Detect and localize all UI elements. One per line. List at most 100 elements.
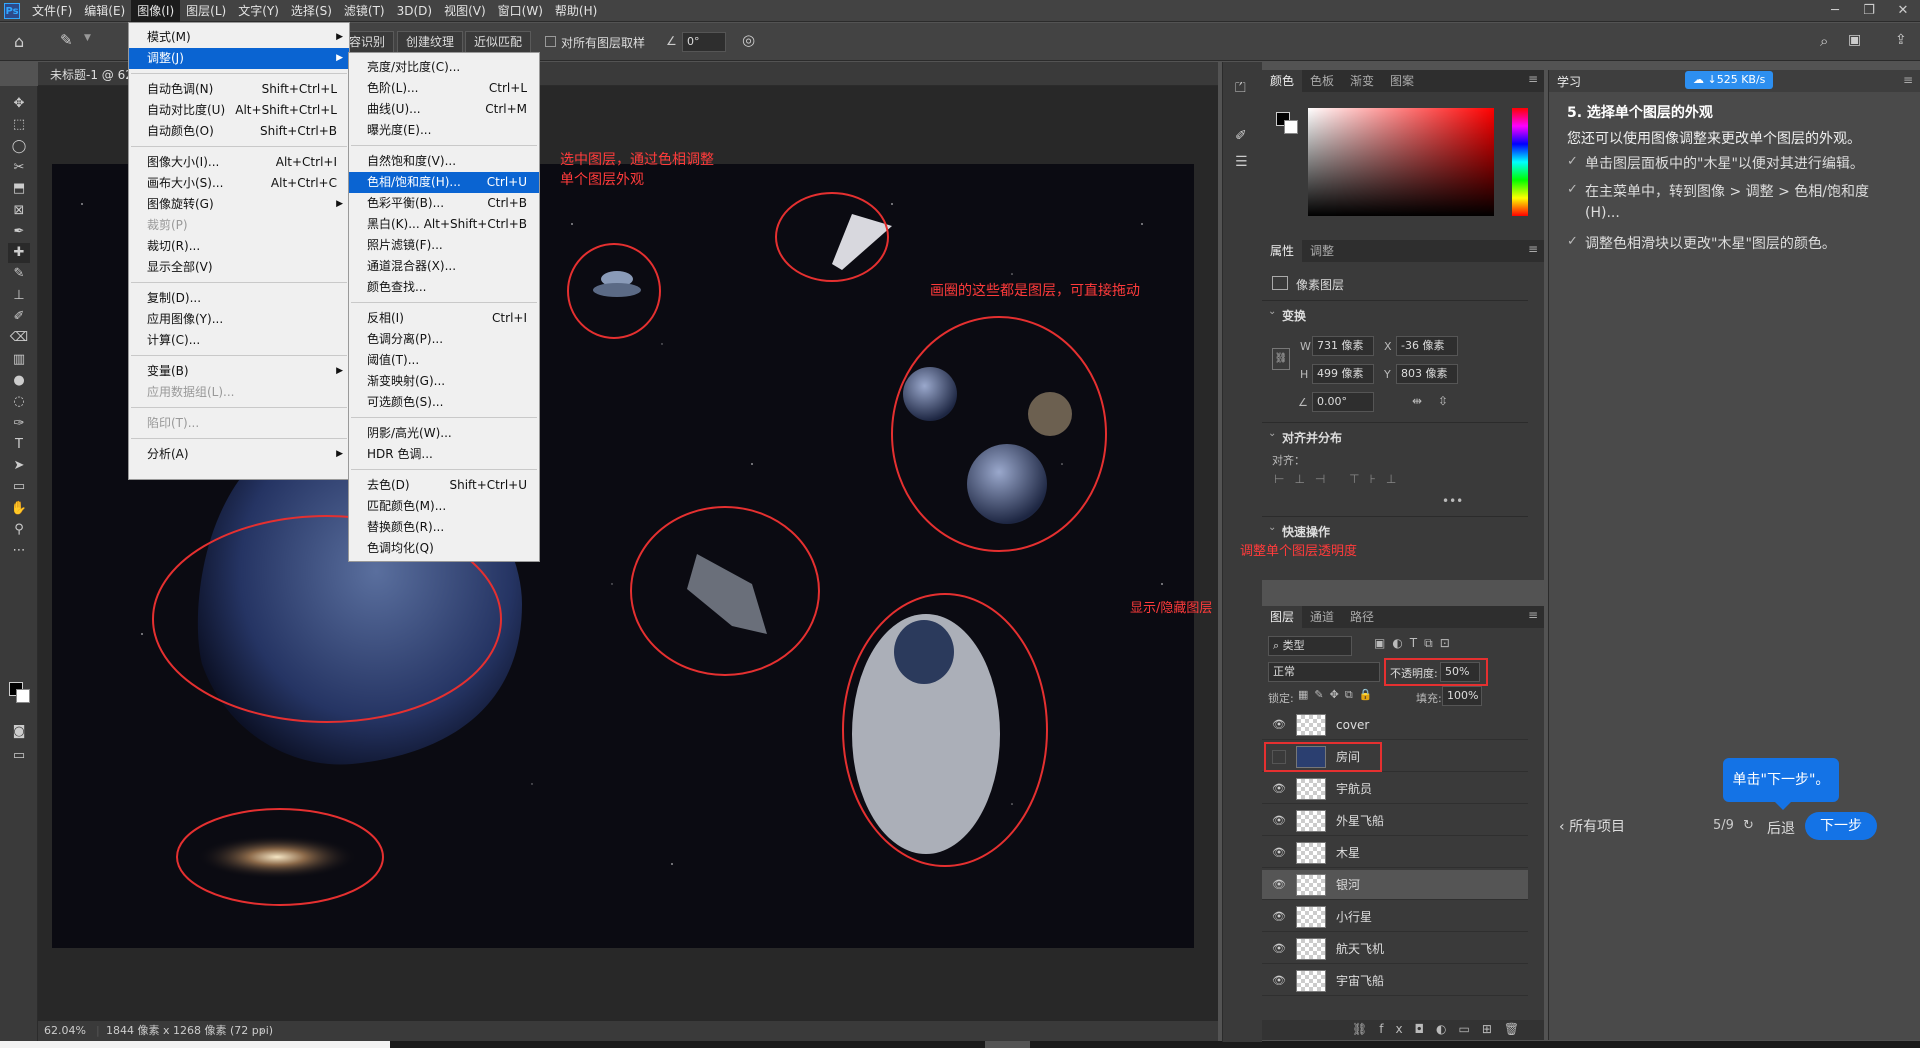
blend-mode-select[interactable]: 正常 (1268, 662, 1380, 682)
fill-input[interactable]: 100% (1442, 686, 1482, 706)
menu-item[interactable]: 曝光度(E)... (349, 120, 539, 141)
zoom-level[interactable]: 62.04% (44, 1021, 86, 1041)
color-field[interactable] (1308, 108, 1494, 216)
layer-row[interactable]: 👁 银河 (1262, 870, 1528, 900)
tab-调整[interactable]: 调整 (1302, 240, 1342, 262)
menu-item[interactable]: 显示全部(V) (129, 257, 349, 278)
height-input[interactable]: 499 像素 (1312, 364, 1374, 384)
move-tool-icon[interactable]: ✥ (8, 94, 30, 114)
history-icon[interactable]: ⏍ (1235, 80, 1246, 96)
menu-item[interactable]: 自动色调(N) Shift+Ctrl+L (129, 79, 349, 100)
create-texture-button[interactable]: 创建纹理 (397, 31, 464, 53)
eye-icon[interactable]: 👁 (1272, 814, 1286, 828)
brush-tool-icon[interactable]: ✎ (8, 264, 30, 284)
tab-属性[interactable]: 属性 (1262, 240, 1303, 262)
more-tool-icon[interactable]: ⋯ (8, 541, 30, 561)
healing-brush-icon[interactable]: ✎ (60, 31, 73, 49)
flip-horizontal-icon[interactable]: ⇹ (1412, 394, 1422, 408)
dodge-tool-icon[interactable]: ◌ (8, 392, 30, 412)
lock-icons[interactable]: ▦✎✥⧉🔒 (1298, 688, 1378, 702)
menu-item[interactable]: 通道混合器(X)... (349, 256, 539, 277)
all-items-link[interactable]: ‹ 所有项目 (1559, 816, 1625, 836)
quick-mask-icon[interactable]: ◙ (8, 722, 30, 742)
pressure-icon[interactable]: ◎ (742, 31, 755, 49)
lasso-tool-icon[interactable]: ◯ (8, 137, 30, 157)
menu-item[interactable]: 色阶(L)... Ctrl+L (349, 78, 539, 99)
y-input[interactable]: 803 像素 (1396, 364, 1458, 384)
menu-item[interactable]: 自然饱和度(V)... (349, 151, 539, 172)
menu-item[interactable]: 计算(C)... (129, 330, 349, 351)
frame-tool-icon[interactable]: ⊠ (8, 201, 30, 221)
menu-4[interactable]: 文字(Y) (232, 0, 285, 22)
tab-颜色[interactable]: 颜色 (1262, 70, 1303, 92)
menu-item[interactable]: 渐变映射(G)... (349, 371, 539, 392)
menu-item[interactable]: 颜色查找... (349, 277, 539, 298)
menu-0[interactable]: 文件(F) (26, 0, 78, 22)
next-button[interactable]: 下一步 (1805, 812, 1877, 840)
tab-路径[interactable]: 路径 (1342, 606, 1382, 628)
panel-menu-icon[interactable]: ≡ (1528, 608, 1538, 622)
menu-item[interactable]: 可选颜色(S)... (349, 392, 539, 413)
menu-item[interactable]: 复制(D)... (129, 288, 349, 309)
layer-row[interactable]: 👁 木星 (1262, 838, 1528, 868)
eraser-tool-icon[interactable]: ⌫ (8, 328, 30, 348)
tab-渐变[interactable]: 渐变 (1342, 70, 1382, 92)
menu-item[interactable]: 黑白(K)... Alt+Shift+Ctrl+B (349, 214, 539, 235)
menu-item[interactable]: HDR 色调... (349, 444, 539, 465)
menu-item[interactable]: 应用图像(Y)... (129, 309, 349, 330)
tab-图层[interactable]: 图层 (1262, 606, 1303, 628)
gradient-tool-icon[interactable]: ▥ (8, 350, 30, 370)
proximity-match-button[interactable]: 近似匹配 (465, 31, 532, 53)
search-icon[interactable]: ⌕ (1820, 32, 1828, 50)
screen-mode-icon[interactable]: ▭ (8, 746, 30, 766)
panel-menu-icon[interactable]: ≡ (1903, 73, 1913, 87)
menu-item[interactable]: 匹配颜色(M)... (349, 496, 539, 517)
layer-row[interactable]: 👁 小行星 (1262, 902, 1528, 932)
menu-item[interactable]: 画布大小(S)... Alt+Ctrl+C (129, 173, 349, 194)
eye-icon[interactable]: 👁 (1272, 782, 1286, 796)
menu-item[interactable]: 色调均化(Q) (349, 538, 539, 559)
layer-footer-icons[interactable]: ⛓fx◘◐▭⊞🗑 (1352, 1022, 1531, 1036)
link-icon[interactable]: ⛓ (1272, 348, 1290, 370)
eye-icon[interactable]: 👁 (1272, 718, 1286, 732)
menu-item[interactable]: 照片滤镜(F)... (349, 235, 539, 256)
menu-item[interactable]: 色彩平衡(B)... Ctrl+B (349, 193, 539, 214)
menu-item[interactable]: 阴影/高光(W)... (349, 423, 539, 444)
restore-icon[interactable]: ❐ (1852, 0, 1886, 22)
background-color-swatch[interactable] (16, 689, 30, 703)
tab-色板[interactable]: 色板 (1302, 70, 1342, 92)
menu-item[interactable]: 替换颜色(R)... (349, 517, 539, 538)
eye-icon[interactable]: 👁 (1272, 878, 1286, 892)
tab-通道[interactable]: 通道 (1302, 606, 1342, 628)
menu-item[interactable]: 曲线(U)... Ctrl+M (349, 99, 539, 120)
adjust-sliders-icon[interactable]: ☰ (1235, 154, 1248, 170)
eye-icon[interactable]: 👁 (1272, 942, 1286, 956)
menu-item[interactable]: 色相/饱和度(H)... Ctrl+U (349, 172, 539, 193)
menu-item[interactable]: 变量(B) ▶ (129, 361, 349, 382)
zoom-tool-icon[interactable]: ⚲ (8, 520, 30, 540)
rotation-input[interactable]: 0.00° (1312, 392, 1374, 412)
tab-图案[interactable]: 图案 (1382, 70, 1422, 92)
quick-select-tool-icon[interactable]: ✂ (8, 158, 30, 178)
brush-settings-icon[interactable]: ✐ (1235, 128, 1247, 144)
healing-tool-icon[interactable]: ✚ (8, 243, 30, 264)
type-tool-icon[interactable]: T (8, 435, 30, 455)
menu-5[interactable]: 选择(S) (285, 0, 338, 22)
layer-row[interactable]: 👁 宇航员 (1262, 774, 1528, 804)
hue-slider[interactable] (1512, 108, 1528, 216)
chevron-down-icon[interactable]: ⌄ (1268, 522, 1276, 533)
history-brush-tool-icon[interactable]: ✐ (8, 307, 30, 327)
marquee-tool-icon[interactable]: ⬚ (8, 115, 30, 135)
chevron-down-icon[interactable]: ⌄ (1268, 306, 1276, 317)
sample-all-checkbox[interactable] (545, 36, 556, 47)
eye-icon[interactable]: 👁 (1272, 974, 1286, 988)
path-select-tool-icon[interactable]: ➤ (8, 456, 30, 476)
menu-item[interactable]: 反相(I) Ctrl+I (349, 308, 539, 329)
layer-row[interactable]: 👁 cover (1262, 710, 1528, 740)
eye-icon[interactable]: 👁 (1272, 846, 1286, 860)
menu-item[interactable]: 色调分离(P)... (349, 329, 539, 350)
menu-item[interactable]: 自动颜色(O) Shift+Ctrl+B (129, 121, 349, 142)
reset-icon[interactable]: ↻ (1743, 818, 1754, 833)
flip-vertical-icon[interactable]: ⇳ (1438, 394, 1448, 408)
panel-menu-icon[interactable]: ≡ (1528, 72, 1538, 86)
